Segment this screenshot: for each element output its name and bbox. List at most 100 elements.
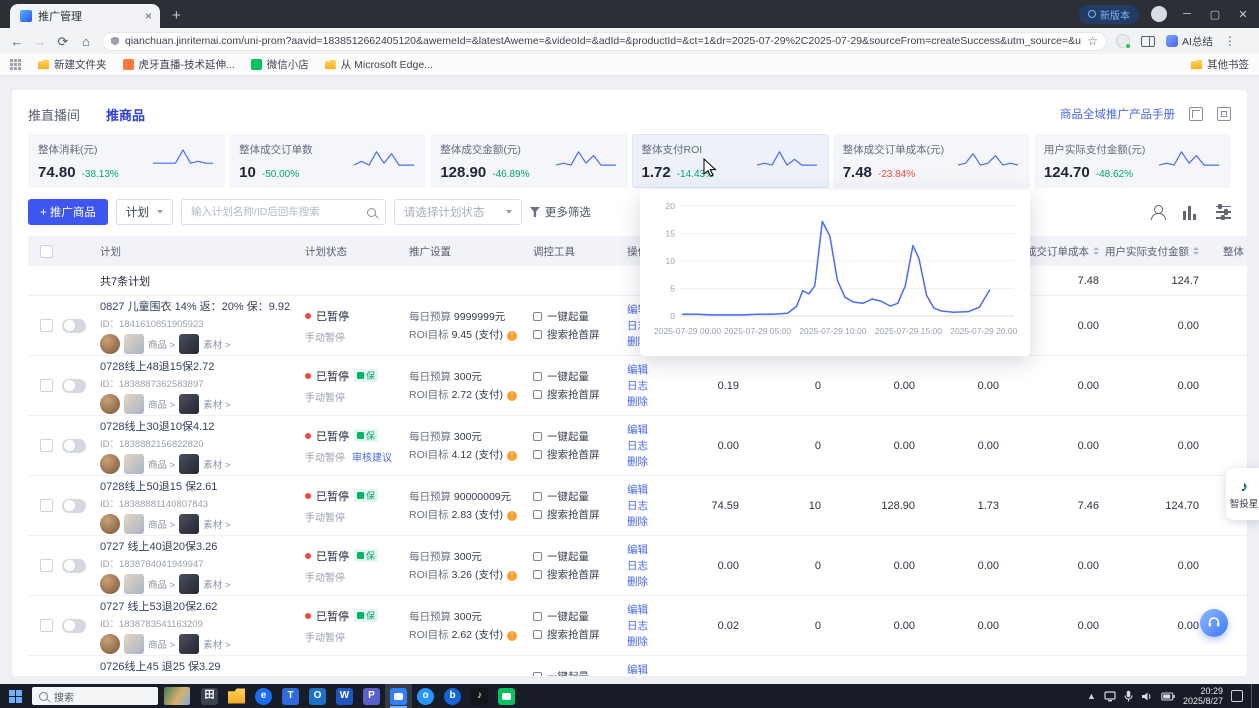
edge-browser-icon[interactable]: e [250, 684, 277, 708]
material-thumbnail[interactable] [179, 514, 199, 534]
bookmark-star-icon[interactable]: ☆ [1087, 34, 1098, 48]
product-thumbnail[interactable] [124, 514, 144, 534]
start-button-icon[interactable] [9, 690, 22, 703]
material-link[interactable]: 素材 > [203, 517, 230, 531]
browser-profile-avatar[interactable] [1151, 6, 1167, 22]
sort-icon[interactable] [1093, 247, 1099, 255]
row-enable-toggle[interactable] [62, 319, 86, 333]
row-checkbox[interactable] [40, 319, 53, 332]
tab-live-room[interactable]: 推直播间 [28, 105, 80, 124]
product-link[interactable]: 商品 > [148, 397, 175, 411]
sort-icon[interactable] [1193, 247, 1199, 255]
op-link[interactable]: 编辑 [627, 482, 677, 498]
product-thumbnail[interactable] [124, 334, 144, 354]
op-link[interactable]: 删除 [627, 394, 677, 410]
layout-grid-icon[interactable] [1189, 107, 1203, 121]
display-icon[interactable] [1104, 691, 1116, 702]
new-tab-button[interactable]: + [172, 7, 181, 24]
row-checkbox[interactable] [40, 619, 53, 632]
browser-icon[interactable]: b [439, 684, 466, 708]
campaign-name-link[interactable]: 0827 儿童围衣 14% 返：20% 保：9.92 [100, 298, 299, 314]
metric-card[interactable]: 整体成交金额(元)128.90-46.89% [430, 134, 627, 188]
metric-card[interactable]: 整体消耗(元)74.80-38.13% [28, 134, 225, 188]
product-thumbnail[interactable] [124, 634, 144, 654]
task-view-icon[interactable]: 田 [196, 684, 223, 708]
show-desktop-button[interactable] [1251, 684, 1255, 708]
fullscreen-icon[interactable] [1217, 107, 1231, 121]
metric-card[interactable]: 整体支付ROI1.72-14.43% [632, 134, 829, 188]
material-thumbnail[interactable] [179, 634, 199, 654]
row-checkbox[interactable] [40, 559, 53, 572]
forward-icon[interactable]: → [33, 35, 47, 48]
widgets-photo-icon[interactable] [164, 687, 190, 705]
review-suggestion-link[interactable]: 审核建议 [352, 449, 392, 464]
tray-chevron-up-icon[interactable]: ▲ [1087, 691, 1096, 701]
outlook-icon[interactable]: O [304, 684, 331, 708]
row-enable-toggle[interactable] [62, 559, 86, 573]
ai-summary-button[interactable]: AI总结 [1166, 34, 1213, 49]
row-enable-toggle[interactable] [62, 379, 86, 393]
browser-tab[interactable]: 推广管理 × [10, 4, 160, 28]
refresh-icon[interactable]: ⟳ [56, 35, 70, 48]
bookmark-item[interactable]: 微信小店 [244, 55, 316, 74]
product-thumbnail[interactable] [124, 454, 144, 474]
url-text[interactable]: qianchuan.jinritemai.com/uni-prom?aavid=… [125, 35, 1081, 47]
browser-menu-icon[interactable]: ⋮ [1224, 34, 1236, 48]
new-version-badge[interactable]: 新版本 [1079, 5, 1139, 24]
window-minimize-button[interactable]: ─ [1179, 8, 1195, 20]
wecom-icon[interactable] [493, 684, 520, 708]
op-link[interactable]: 日志 [627, 438, 677, 454]
app-icon-blue[interactable]: T [277, 684, 304, 708]
more-filters-button[interactable]: 更多筛选 [530, 204, 591, 220]
search-input[interactable] [191, 206, 361, 218]
notification-center-icon[interactable] [1231, 690, 1243, 702]
product-link[interactable]: 商品 > [148, 517, 175, 531]
material-thumbnail[interactable] [179, 394, 199, 414]
file-explorer-icon[interactable] [223, 684, 250, 708]
product-link[interactable]: 商品 > [148, 637, 175, 651]
window-maximize-button[interactable]: ▢ [1207, 8, 1223, 21]
custom-audience-icon[interactable] [1150, 205, 1165, 220]
op-link[interactable]: 编辑 [627, 422, 677, 438]
search-box[interactable] [181, 199, 386, 225]
op-link[interactable]: 删除 [627, 574, 677, 590]
campaign-name-link[interactable]: 0727 线上40退20保3.26 [100, 538, 299, 554]
op-link[interactable]: 日志 [627, 378, 677, 394]
window-close-button[interactable]: ✕ [1235, 8, 1251, 21]
material-link[interactable]: 素材 > [203, 577, 230, 591]
product-thumbnail[interactable] [124, 394, 144, 414]
app-icon-purple[interactable]: P [358, 684, 385, 708]
zhitouxing-widget[interactable]: ♪ 智投星 [1226, 468, 1259, 520]
taskbar-search[interactable]: 搜索 [32, 687, 158, 705]
bookmark-item[interactable]: 虎牙直播-技术延伸... [116, 55, 242, 74]
op-link[interactable]: 删除 [627, 454, 677, 470]
column-settings-icon[interactable] [1216, 205, 1231, 220]
material-thumbnail[interactable] [179, 454, 199, 474]
material-link[interactable]: 素材 > [203, 457, 230, 471]
product-link[interactable]: 商品 > [148, 577, 175, 591]
apps-grid-icon[interactable] [10, 59, 21, 70]
tab-close-icon[interactable]: × [145, 9, 152, 23]
row-enable-toggle[interactable] [62, 499, 86, 513]
op-link[interactable]: 编辑 [627, 602, 677, 618]
material-link[interactable]: 素材 > [203, 397, 230, 411]
search-icon[interactable] [367, 208, 376, 217]
volume-icon[interactable] [1141, 691, 1153, 702]
metric-card[interactable]: 整体成交订单成本(元)7.48-23.84% [833, 134, 1030, 188]
chart-columns-icon[interactable] [1183, 205, 1198, 220]
bookmark-item[interactable]: 新建文件夹 [31, 55, 114, 74]
douyin-icon[interactable]: ♪ [466, 684, 493, 708]
row-enable-toggle[interactable] [62, 619, 86, 633]
product-link[interactable]: 商品 > [148, 337, 175, 351]
plan-status-select[interactable]: 请选择计划状态 [394, 199, 522, 225]
row-enable-toggle[interactable] [62, 439, 86, 453]
campaign-name-link[interactable]: 0728线上30退10保4.12 [100, 418, 299, 434]
product-manual-link[interactable]: 商品全域推广产品手册 [1060, 106, 1175, 122]
promote-product-button[interactable]: + 推广商品 [28, 199, 108, 225]
extension-icon[interactable] [1116, 34, 1130, 48]
split-screen-icon[interactable] [1141, 36, 1155, 47]
campaign-name-link[interactable]: 0727 线上53退20保2.62 [100, 598, 299, 614]
op-link[interactable]: 日志 [627, 498, 677, 514]
material-thumbnail[interactable] [179, 334, 199, 354]
campaign-name-link[interactable]: 0728线上48退15保2.72 [100, 358, 299, 374]
